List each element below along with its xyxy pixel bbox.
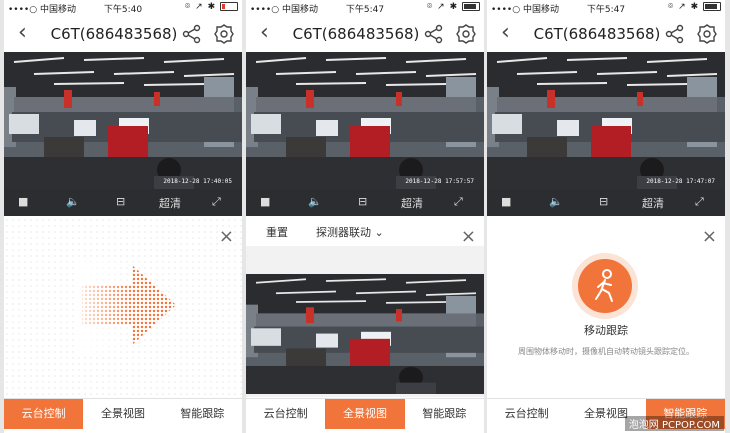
motion-tracking-label: 移动跟踪: [584, 324, 628, 337]
volume-icon[interactable]: 🔈: [66, 195, 80, 208]
watermark: 泡泡网 PCPOP.COM: [624, 416, 724, 431]
video-controls: ■ 🔈 ⊟ 超清 ⤢: [4, 189, 242, 216]
status-bar: ••••○ 中国移动 下午5:47 ⌾ ↗ ✱: [487, 0, 725, 15]
tab-smart-tracking[interactable]: 智能跟踪: [405, 399, 484, 429]
back-icon[interactable]: ‹: [260, 22, 269, 44]
status-icons: ⌾ ↗ ✱: [668, 2, 721, 12]
panorama-image[interactable]: [246, 274, 484, 394]
video-controls: ■ 🔈 ⊟ 超清 ⤢: [487, 189, 725, 216]
live-video[interactable]: 2018-12-28 17:47:07: [487, 52, 725, 189]
dropdown-label: 探测器联动: [316, 226, 371, 239]
video-controls: ■ 🔈 ⊟ 超清 ⤢: [246, 189, 484, 216]
share-icon[interactable]: [182, 24, 202, 44]
video-timestamp: 2018-12-28 17:47:07: [646, 178, 715, 185]
volume-icon[interactable]: 🔈: [549, 195, 563, 208]
page-title: C6T(686483568): [50, 25, 178, 43]
panorama-area: [246, 246, 484, 397]
tab-ptz-control[interactable]: 云台控制: [246, 399, 325, 429]
volume-icon[interactable]: 🔈: [308, 195, 322, 208]
walking-person-icon: [578, 259, 632, 313]
page-title: C6T(686483568): [533, 25, 661, 43]
nav-header: ‹ C6T(686483568): [4, 16, 242, 52]
fullscreen-icon[interactable]: ⤢: [212, 195, 221, 209]
stop-icon[interactable]: ■: [501, 195, 511, 208]
settings-gear-icon[interactable]: [697, 24, 717, 44]
reset-button[interactable]: 重置: [266, 224, 288, 240]
bottom-tab-bar: 云台控制 全景视图 智能跟踪: [4, 398, 242, 429]
close-icon[interactable]: ×: [219, 228, 234, 246]
status-icons: ⌾ ↗ ✱: [185, 2, 238, 12]
panorama-toolbar: 重置 探测器联动 ⌄: [246, 218, 484, 246]
battery-icon: [220, 2, 238, 11]
layout-grid-icon[interactable]: ⊟: [116, 195, 125, 208]
fullscreen-icon[interactable]: ⤢: [695, 195, 704, 209]
tab-ptz-control[interactable]: 云台控制: [4, 399, 84, 429]
video-timestamp: 2018-12-28 17:57:57: [405, 178, 474, 185]
live-video[interactable]: 2018-12-28 17:57:57: [246, 52, 484, 189]
video-frame: [4, 52, 242, 189]
motion-tracking-description: 周围物体移动时，摄像机自动转动镜头跟踪定位。: [518, 347, 694, 356]
battery-icon: [703, 2, 721, 11]
tab-panorama-view[interactable]: 全景视图: [83, 399, 162, 429]
tab-panorama-view[interactable]: 全景视图: [325, 399, 405, 429]
phone-panel-2: ••••○ 中国移动 下午5:47 ⌾ ↗ ✱ ‹ C6T(686483568)…: [246, 0, 484, 433]
back-icon[interactable]: ‹: [18, 22, 27, 44]
back-icon[interactable]: ‹: [501, 22, 510, 44]
nav-header: ‹ C6T(686483568): [487, 16, 725, 52]
bottom-tab-bar: 云台控制 全景视图 智能跟踪: [246, 398, 484, 429]
status-bar: ••••○ 中国移动 下午5:47 ⌾ ↗ ✱: [246, 0, 484, 15]
quality-button[interactable]: 超清: [159, 195, 181, 211]
page-title: C6T(686483568): [292, 25, 420, 43]
phone-panel-3: ••••○ 中国移动 下午5:47 ⌾ ↗ ✱ ‹ C6T(686483568)…: [487, 0, 725, 433]
video-timestamp: 2018-12-28 17:40:05: [163, 178, 232, 185]
close-icon[interactable]: ×: [461, 228, 476, 246]
video-frame: [487, 52, 725, 189]
ptz-direction-arrow-icon[interactable]: [4, 217, 242, 396]
quality-button[interactable]: 超清: [401, 195, 423, 211]
status-bar: ••••○ 中国移动 下午5:40 ⌾ ↗ ✱: [4, 0, 242, 15]
layout-grid-icon[interactable]: ⊟: [599, 195, 608, 208]
tab-smart-tracking[interactable]: 智能跟踪: [163, 399, 242, 429]
tab-ptz-control[interactable]: 云台控制: [487, 399, 566, 429]
ptz-control-area[interactable]: [4, 217, 242, 396]
phone-panel-1: ••••○ 中国移动 下午5:40 ⌾ ↗ ✱ ‹ C6T(686483568)…: [4, 0, 242, 433]
nav-header: ‹ C6T(686483568): [246, 16, 484, 52]
video-frame: [246, 52, 484, 189]
status-icons: ⌾ ↗ ✱: [427, 2, 480, 12]
quality-button[interactable]: 超清: [642, 195, 664, 211]
fullscreen-icon[interactable]: ⤢: [454, 195, 463, 209]
layout-grid-icon[interactable]: ⊟: [358, 195, 367, 208]
close-icon[interactable]: ×: [702, 228, 717, 246]
settings-gear-icon[interactable]: [214, 24, 234, 44]
stop-icon[interactable]: ■: [260, 195, 270, 208]
stop-icon[interactable]: ■: [18, 195, 28, 208]
motion-tracking-toggle[interactable]: [572, 253, 638, 319]
live-video[interactable]: 2018-12-28 17:40:05: [4, 52, 242, 189]
share-icon[interactable]: [424, 24, 444, 44]
settings-gear-icon[interactable]: [456, 24, 476, 44]
detector-linkage-dropdown[interactable]: 探测器联动 ⌄: [316, 224, 384, 240]
battery-icon: [462, 2, 480, 11]
chevron-down-icon: ⌄: [374, 226, 384, 239]
share-icon[interactable]: [665, 24, 685, 44]
